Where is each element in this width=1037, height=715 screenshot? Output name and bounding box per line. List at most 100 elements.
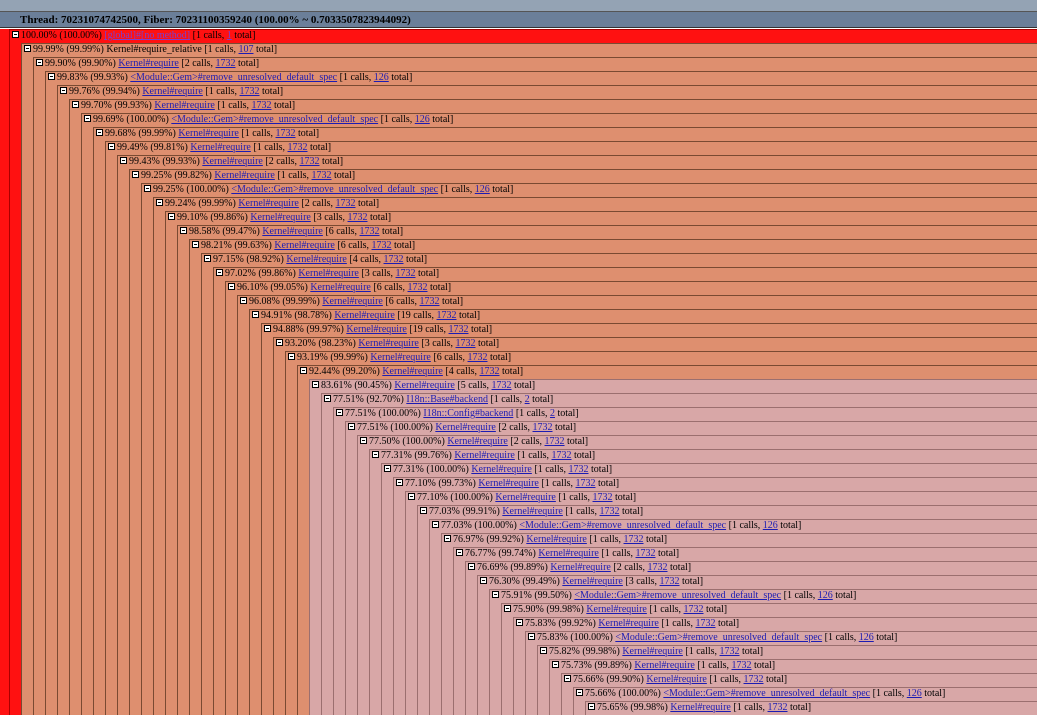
total-link[interactable]: 1732 [336, 198, 356, 209]
collapse-toggle-icon[interactable] [24, 45, 31, 53]
total-link[interactable]: 1732 [720, 646, 740, 657]
total-link[interactable]: 2 [525, 394, 530, 405]
total-link[interactable]: 126 [374, 72, 389, 83]
total-link[interactable]: 126 [763, 520, 778, 531]
method-link[interactable]: Kernel#require [190, 142, 251, 153]
collapse-toggle-icon[interactable] [252, 311, 259, 319]
collapse-toggle-icon[interactable] [120, 157, 127, 165]
collapse-toggle-icon[interactable] [552, 661, 559, 669]
method-link[interactable]: Kernel#require [286, 254, 347, 265]
method-link[interactable]: Kernel#require [382, 366, 443, 377]
method-link[interactable]: Kernel#require [238, 198, 299, 209]
collapse-toggle-icon[interactable] [432, 521, 439, 529]
total-link[interactable]: 126 [415, 114, 430, 125]
method-link[interactable]: Kernel#require [394, 380, 455, 391]
collapse-toggle-icon[interactable] [360, 437, 367, 445]
method-link[interactable]: Kernel#require [310, 282, 371, 293]
method-link[interactable]: Kernel#require [478, 478, 539, 489]
total-link[interactable]: 2 [550, 408, 555, 419]
total-link[interactable]: 107 [239, 44, 254, 55]
total-link[interactable]: 1732 [240, 86, 260, 97]
total-link[interactable]: 1732 [624, 534, 644, 545]
collapse-toggle-icon[interactable] [12, 31, 19, 39]
method-link[interactable]: Kernel#require [262, 226, 323, 237]
method-link[interactable]: Kernel#require [562, 576, 623, 587]
method-link[interactable]: Kernel#require [142, 86, 203, 97]
collapse-toggle-icon[interactable] [48, 73, 55, 81]
collapse-toggle-icon[interactable] [84, 115, 91, 123]
method-link[interactable]: Kernel#require [154, 100, 215, 111]
method-link[interactable]: <Module::Gem>#remove_unresolved_default_… [615, 632, 822, 643]
method-link[interactable]: Kernel#require [214, 170, 275, 181]
collapse-toggle-icon[interactable] [444, 535, 451, 543]
method-link[interactable]: I18n::Config#backend [423, 408, 513, 419]
collapse-toggle-icon[interactable] [204, 255, 211, 263]
total-link[interactable]: 1732 [552, 450, 572, 461]
total-link[interactable]: 1732 [449, 324, 469, 335]
method-link[interactable]: <Module::Gem>#remove_unresolved_default_… [171, 114, 378, 125]
total-link[interactable]: 1732 [732, 660, 752, 671]
collapse-toggle-icon[interactable] [72, 101, 79, 109]
method-link[interactable]: Kernel#require [334, 310, 395, 321]
collapse-toggle-icon[interactable] [96, 129, 103, 137]
total-link[interactable]: 1732 [420, 296, 440, 307]
total-link[interactable]: 1732 [576, 478, 596, 489]
total-link[interactable]: 1732 [360, 226, 380, 237]
method-link[interactable]: Kernel#require [622, 646, 683, 657]
total-link[interactable]: 1732 [545, 436, 565, 447]
collapse-toggle-icon[interactable] [384, 465, 391, 473]
total-link[interactable]: 1732 [396, 268, 416, 279]
method-link[interactable]: Kernel#require [646, 674, 707, 685]
collapse-toggle-icon[interactable] [60, 87, 67, 95]
total-link[interactable]: 1732 [660, 576, 680, 587]
total-link[interactable]: 1732 [744, 674, 764, 685]
total-link[interactable]: 1732 [684, 604, 704, 615]
total-link[interactable]: 1732 [408, 282, 428, 293]
total-link[interactable]: 1732 [636, 548, 656, 559]
total-link[interactable]: 126 [818, 590, 833, 601]
total-link[interactable]: 1732 [468, 352, 488, 363]
method-link[interactable]: Kernel#require [202, 156, 263, 167]
total-link[interactable]: 1732 [456, 338, 476, 349]
total-link[interactable]: 1732 [768, 702, 788, 713]
total-link[interactable]: 1732 [300, 156, 320, 167]
total-link[interactable]: 1732 [437, 310, 457, 321]
collapse-toggle-icon[interactable] [288, 353, 295, 361]
method-link[interactable]: Kernel#require [346, 324, 407, 335]
method-link[interactable]: Kernel#require [634, 660, 695, 671]
collapse-toggle-icon[interactable] [504, 605, 511, 613]
total-link[interactable]: 126 [859, 632, 874, 643]
total-link[interactable]: 1732 [492, 380, 512, 391]
collapse-toggle-icon[interactable] [156, 199, 163, 207]
collapse-toggle-icon[interactable] [108, 143, 115, 151]
method-link[interactable]: <Module::Gem>#remove_unresolved_default_… [130, 72, 337, 83]
total-link[interactable]: 1732 [276, 128, 296, 139]
total-link[interactable]: 1732 [569, 464, 589, 475]
collapse-toggle-icon[interactable] [216, 269, 223, 277]
method-link[interactable]: Kernel#require [322, 296, 383, 307]
method-link[interactable]: Kernel#require [670, 702, 731, 713]
collapse-toggle-icon[interactable] [300, 367, 307, 375]
total-link[interactable]: 1732 [348, 212, 368, 223]
total-link[interactable]: 1732 [216, 58, 236, 69]
collapse-toggle-icon[interactable] [132, 171, 139, 179]
total-link[interactable]: 1732 [648, 562, 668, 573]
method-link[interactable]: <Module::Gem>#remove_unresolved_default_… [663, 688, 870, 699]
collapse-toggle-icon[interactable] [456, 549, 463, 557]
method-link[interactable]: I18n::Base#backend [406, 394, 488, 405]
method-link[interactable]: Kernel#require [550, 562, 611, 573]
total-link[interactable]: 1732 [312, 170, 332, 181]
collapse-toggle-icon[interactable] [228, 283, 235, 291]
method-link[interactable]: Kernel#require [586, 604, 647, 615]
collapse-toggle-icon[interactable] [480, 577, 487, 585]
method-link[interactable]: Kernel#require [435, 422, 496, 433]
collapse-toggle-icon[interactable] [564, 675, 571, 683]
method-link[interactable]: Kernel#require [526, 534, 587, 545]
total-link[interactable]: 1732 [288, 142, 308, 153]
collapse-toggle-icon[interactable] [336, 409, 343, 417]
collapse-toggle-icon[interactable] [468, 563, 475, 571]
method-link[interactable]: Kernel#require [298, 268, 359, 279]
total-link[interactable]: 1 [227, 30, 232, 41]
collapse-toggle-icon[interactable] [36, 59, 43, 67]
collapse-toggle-icon[interactable] [192, 241, 199, 249]
